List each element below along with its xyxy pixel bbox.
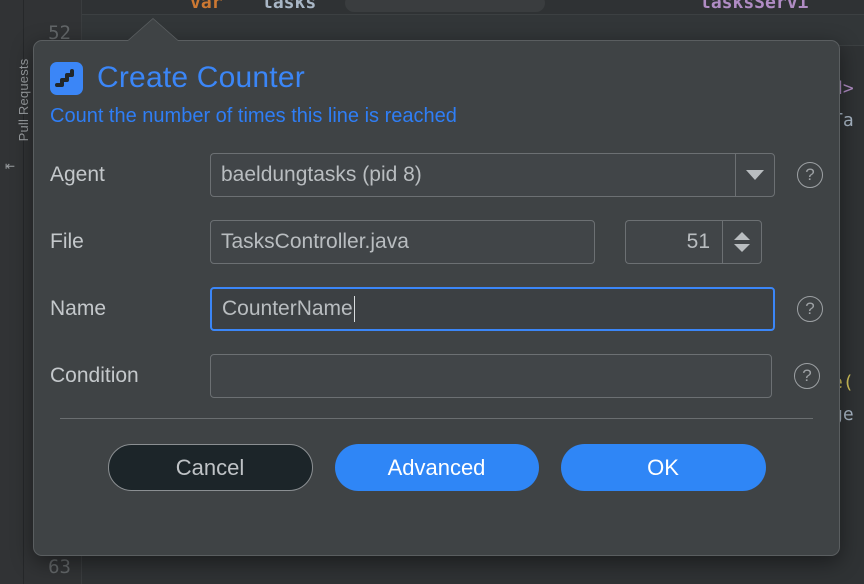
condition-input[interactable] <box>210 354 772 398</box>
form-row-name: Name CounterName ? <box>50 284 839 334</box>
ok-button[interactable]: OK <box>561 444 766 491</box>
collapse-arrow-icon[interactable]: ⇤ <box>5 160 15 172</box>
line-number-input[interactable]: 51 <box>625 220 722 264</box>
dialog-header: Create Counter <box>34 41 839 95</box>
condition-label: Condition <box>50 364 210 388</box>
chevron-down-icon <box>746 170 764 180</box>
name-help-icon[interactable]: ? <box>797 296 823 322</box>
counter-icon <box>50 62 83 95</box>
text-caret <box>354 296 355 322</box>
file-label: File <box>50 230 210 254</box>
line-number-stepper[interactable] <box>722 220 762 264</box>
dialog-form: Agent baeldungtasks (pid 8) ? File Tasks… <box>34 128 839 401</box>
agent-label: Agent <box>50 163 210 187</box>
stepper-up-icon[interactable] <box>734 232 750 240</box>
dialog-pointer-icon <box>128 19 178 41</box>
cancel-button[interactable]: Cancel <box>108 444 313 491</box>
code-token-var: var <box>190 0 223 13</box>
page-title: Create Counter <box>97 61 305 95</box>
code-token-tasks: tasks <box>262 0 316 13</box>
dialog-footer: Cancel Advanced OK <box>34 419 839 491</box>
agent-select-value[interactable]: baeldungtasks (pid 8) <box>210 153 735 197</box>
agent-dropdown-button[interactable] <box>735 153 775 197</box>
condition-help-icon[interactable]: ? <box>794 363 820 389</box>
advanced-button[interactable]: Advanced <box>335 444 539 491</box>
agent-help-icon[interactable]: ? <box>797 162 823 188</box>
create-counter-dialog: Create Counter Count the number of times… <box>33 40 840 556</box>
stepper-down-icon[interactable] <box>734 244 750 252</box>
code-inlay-hint <box>345 0 545 12</box>
left-toolbar: Pull Requests ⇤ <box>0 0 24 584</box>
form-row-agent: Agent baeldungtasks (pid 8) ? <box>50 150 839 200</box>
code-token-service: tasksServi <box>700 0 808 13</box>
name-input[interactable]: CounterName <box>210 287 775 331</box>
gutter-line-number: 63 <box>48 556 71 578</box>
form-row-condition: Condition ? <box>50 351 839 401</box>
dialog-subtitle: Count the number of times this line is r… <box>34 95 839 128</box>
form-row-file: File TasksController.java 51 <box>50 217 839 267</box>
name-label: Name <box>50 297 210 321</box>
file-input[interactable]: TasksController.java <box>210 220 595 264</box>
name-input-value: CounterName <box>222 297 353 321</box>
